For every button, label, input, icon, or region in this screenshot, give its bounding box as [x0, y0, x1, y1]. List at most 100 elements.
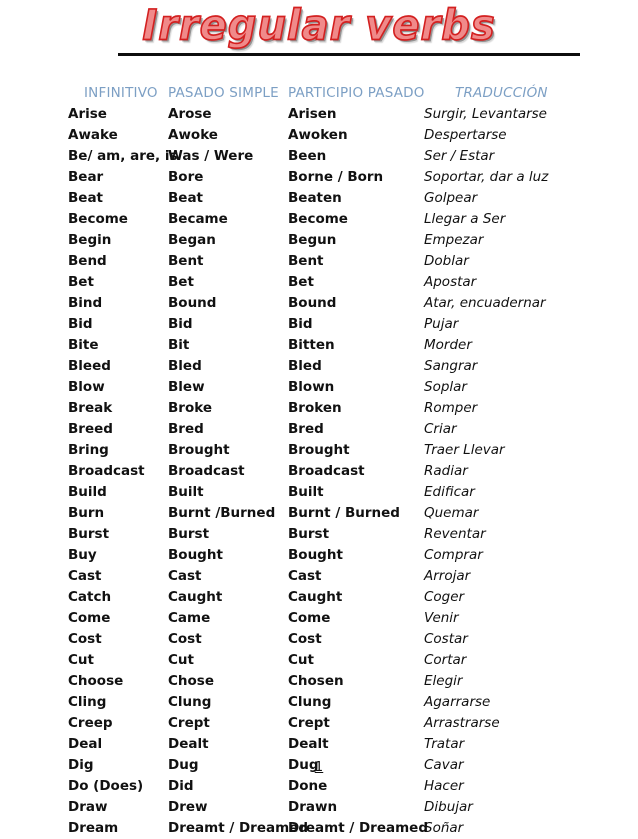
table-row: Begin Began Begun Empezar: [0, 230, 638, 251]
verb-translation: Traer Llevar: [424, 442, 505, 458]
verb-translation: Soplar: [424, 379, 467, 395]
table-row: Blow Blew Blown Soplar: [0, 377, 638, 398]
verb-infinitive: Cost: [68, 631, 102, 647]
verb-past-simple: Awoke: [168, 127, 218, 143]
table-row: Cut Cut Cut Cortar: [0, 650, 638, 671]
verb-past-participle: Cut: [288, 652, 314, 668]
verb-past-participle: Built: [288, 484, 324, 500]
verb-past-simple: Burnt /Burned: [168, 505, 276, 521]
verb-past-participle: Blown: [288, 379, 335, 395]
verb-past-simple: Began: [168, 232, 216, 248]
table-row: Bend Bent Bent Doblar: [0, 251, 638, 272]
verb-past-participle: Arisen: [288, 106, 337, 122]
table-row: Be/ am, are, is Was / Were Been Ser / Estar: [0, 146, 638, 167]
verb-infinitive: Buy: [68, 547, 97, 563]
table-row: Build Built Built Edificar: [0, 482, 638, 503]
table-row: Bleed Bled Bled Sangrar: [0, 356, 638, 377]
verb-past-participle: Done: [288, 778, 328, 794]
verb-infinitive: Beat: [68, 190, 104, 206]
verb-infinitive: Do (Does): [68, 778, 144, 794]
verb-infinitive: Break: [68, 400, 113, 416]
verb-past-participle: Bought: [288, 547, 343, 563]
table-row: Buy Bought Bought Comprar: [0, 545, 638, 566]
verb-past-simple: Burst: [168, 526, 210, 542]
verb-translation: Ser / Estar: [424, 148, 495, 164]
title-underline-rule: [118, 53, 580, 56]
verb-past-simple: Became: [168, 211, 228, 227]
table-body: Arise Arose Arisen Surgir, Levantarse Awake A…: [0, 104, 638, 839]
verb-translation: Pujar: [424, 316, 459, 332]
verb-translation: Romper: [424, 400, 478, 416]
verb-infinitive: Catch: [68, 589, 112, 605]
verb-infinitive: Build: [68, 484, 107, 500]
verb-translation: Criar: [424, 421, 457, 437]
verb-infinitive: Burn: [68, 505, 105, 521]
verb-past-simple: Arose: [168, 106, 212, 122]
verb-past-simple: Caught: [168, 589, 223, 605]
verb-past-participle: Beaten: [288, 190, 342, 206]
verb-translation: Quemar: [424, 505, 479, 521]
verb-past-participle: Bred: [288, 421, 324, 437]
verb-past-simple: Built: [168, 484, 204, 500]
verb-translation: Tratar: [424, 736, 465, 752]
page-title: Irregular verbs: [142, 1, 496, 51]
verb-infinitive: Begin: [68, 232, 112, 248]
table-row: Break Broke Broken Romper: [0, 398, 638, 419]
verb-past-participle: Bet: [288, 274, 314, 290]
verb-translation: Reventar: [424, 526, 486, 542]
verb-past-participle: Been: [288, 148, 327, 164]
verb-translation: Venir: [424, 610, 459, 626]
verb-past-participle: Broken: [288, 400, 342, 416]
verb-past-simple: Blew: [168, 379, 205, 395]
verb-past-simple: Cost: [168, 631, 202, 647]
verb-infinitive: Draw: [68, 799, 108, 815]
verb-translation: Despertarse: [424, 127, 507, 143]
verb-translation: Llegar a Ser: [424, 211, 506, 227]
verb-translation: Sangrar: [424, 358, 478, 374]
table-row: Bid Bid Bid Pujar: [0, 314, 638, 335]
verb-past-participle: Come: [288, 610, 331, 626]
document-title-block: Irregular verbs: [0, 1, 638, 51]
verb-translation: Apostar: [424, 274, 477, 290]
verb-translation: Hacer: [424, 778, 464, 794]
verb-past-simple: Bore: [168, 169, 204, 185]
verb-translation: Agarrarse: [424, 694, 491, 710]
irregular-verbs-table: INFINITIVO PASADO SIMPLE PARTICIPIO PASA…: [0, 82, 638, 839]
verb-past-participle: Begun: [288, 232, 337, 248]
verb-past-simple: Bent: [168, 253, 204, 269]
verb-past-participle: Clung: [288, 694, 332, 710]
verb-translation: Surgir, Levantarse: [424, 106, 547, 122]
table-row: Breed Bred Bred Criar: [0, 419, 638, 440]
verb-translation: Morder: [424, 337, 472, 353]
verb-past-participle: Bled: [288, 358, 322, 374]
table-row: Cost Cost Cost Costar: [0, 629, 638, 650]
verb-infinitive: Bring: [68, 442, 109, 458]
table-row: Creep Crept Crept Arrastrarse: [0, 713, 638, 734]
verb-translation: Soportar, dar a luz: [424, 169, 549, 185]
verb-past-simple: Bid: [168, 316, 193, 332]
verb-translation: Elegir: [424, 673, 463, 689]
verb-past-simple: Dreamt / Dreamed: [168, 820, 308, 836]
verb-past-participle: Broadcast: [288, 463, 365, 479]
verb-infinitive: Bind: [68, 295, 103, 311]
verb-past-simple: Came: [168, 610, 211, 626]
verb-infinitive: Bid: [68, 316, 93, 332]
table-row: Cling Clung Clung Agarrarse: [0, 692, 638, 713]
table-row: Bite Bit Bitten Morder: [0, 335, 638, 356]
verb-translation: Arrastrarse: [424, 715, 500, 731]
verb-past-participle: Crept: [288, 715, 330, 731]
verb-infinitive: Broadcast: [68, 463, 145, 479]
verb-past-participle: Awoken: [288, 127, 348, 143]
verb-infinitive: Blow: [68, 379, 105, 395]
table-row: Become Became Become Llegar a Ser: [0, 209, 638, 230]
verb-past-participle: Bound: [288, 295, 337, 311]
verb-translation: Costar: [424, 631, 468, 647]
verb-past-participle: Borne / Born: [288, 169, 384, 185]
verb-infinitive: Bite: [68, 337, 99, 353]
verb-past-simple: Brought: [168, 442, 230, 458]
table-row: Catch Caught Caught Coger: [0, 587, 638, 608]
verb-infinitive: Breed: [68, 421, 113, 437]
verb-translation: Radiar: [424, 463, 468, 479]
verb-translation: Comprar: [424, 547, 483, 563]
verb-past-participle: Cast: [288, 568, 322, 584]
